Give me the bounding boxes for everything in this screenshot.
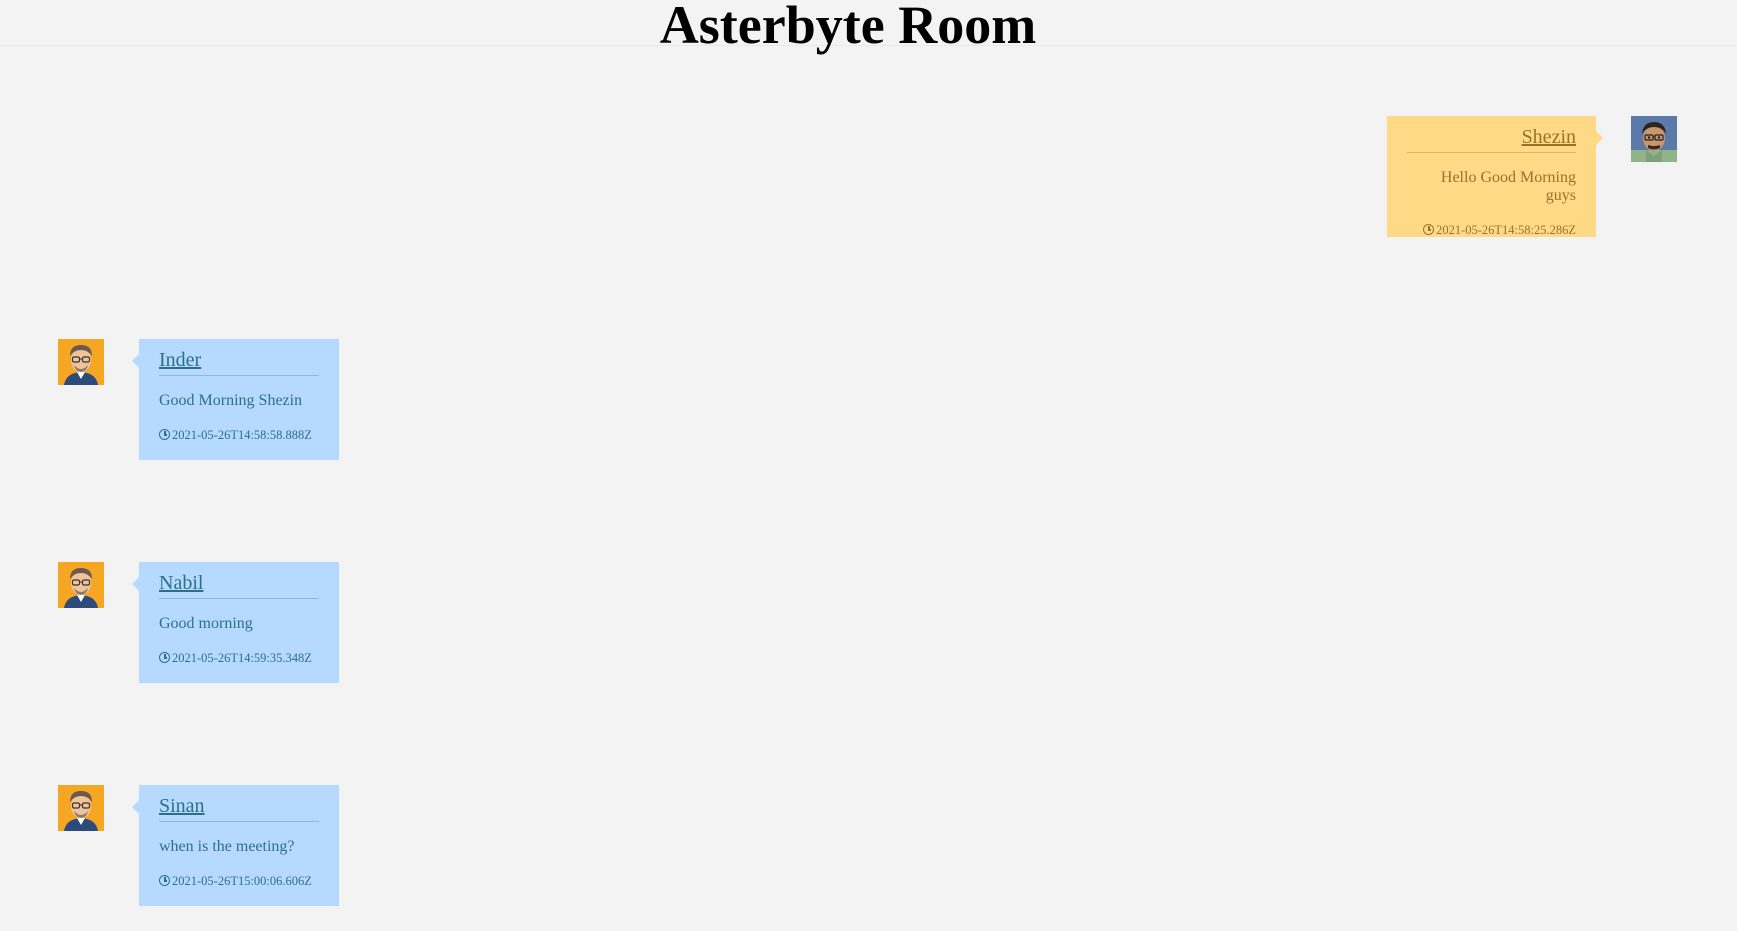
room-title: Asterbyte Room [659,0,1037,55]
divider [159,375,319,376]
man-with-glasses-avatar-icon [58,785,104,831]
clock-icon [159,429,170,440]
message-text: Good Morning Shezin [159,392,303,409]
divider [1407,152,1576,153]
room-header: Asterbyte Room [0,0,1737,55]
clock-icon [159,652,170,663]
message-timestamp: 2021-05-26T14:59:35.348Z [159,651,319,665]
message-bubble: Shezin Hello Good Morning guys 2021-05-2… [1387,116,1603,237]
man-with-glasses-avatar-icon [58,339,104,385]
sender-name-link[interactable]: Nabil [159,572,319,598]
message-text: when is the meeting? [159,838,295,855]
divider [159,821,319,822]
sender-name-link[interactable]: Inder [159,349,319,375]
clock-icon [159,875,170,886]
sender-name-link[interactable]: Sinan [159,795,319,821]
message-timestamp: 2021-05-26T14:58:25.286Z [1407,223,1576,237]
message-text: Good morning [159,615,253,632]
message-text: Hello Good Morning guys [1440,169,1576,204]
man-with-glasses-avatar-icon [58,562,104,608]
message-timestamp: 2021-05-26T14:58:58.888Z [159,428,319,442]
message-bubble: Inder Good Morning Shezin 2021-05-26T14:… [132,339,339,460]
message-bubble: Sinan when is the meeting? 2021-05-26T15… [132,785,339,906]
message-timestamp: 2021-05-26T15:00:06.606Z [159,874,319,888]
message-bubble: Nabil Good morning 2021-05-26T14:59:35.3… [132,562,339,683]
cartoon-man-avatar-icon [1631,116,1677,162]
divider [159,598,319,599]
sender-name-link[interactable]: Shezin [1407,126,1576,152]
clock-icon [1423,224,1435,235]
